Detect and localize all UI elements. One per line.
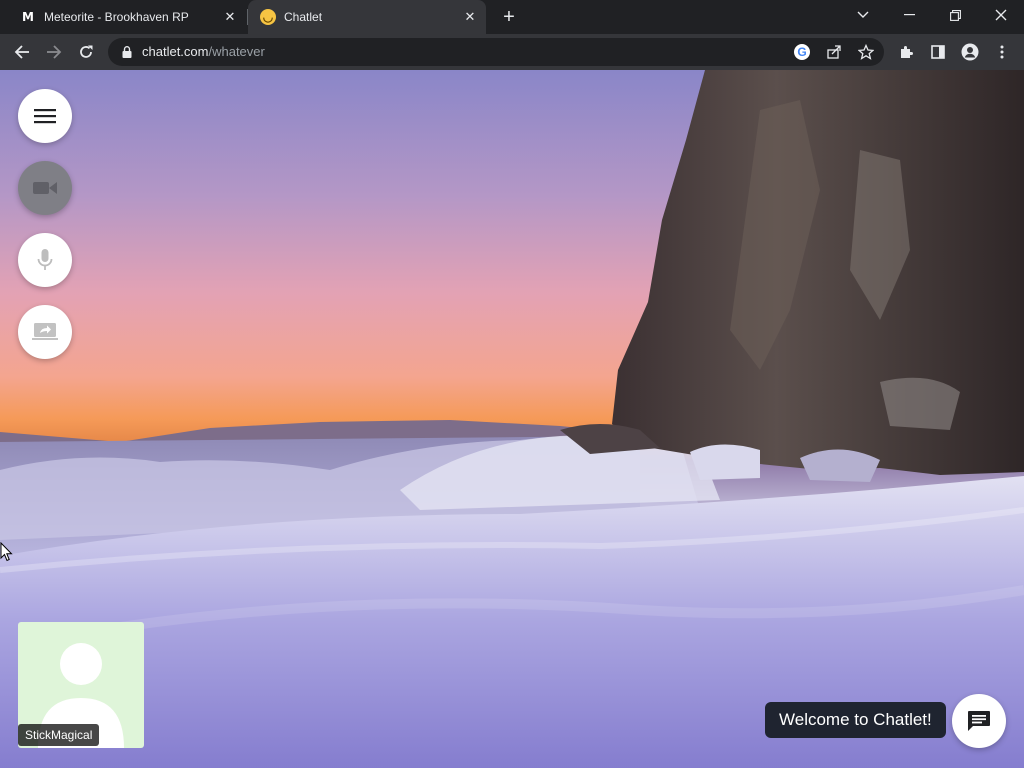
close-window-button[interactable] [978, 0, 1024, 30]
back-button[interactable] [10, 40, 34, 64]
kebab-menu-icon[interactable] [990, 40, 1014, 64]
mouse-pointer-icon [0, 542, 13, 562]
meteorite-favicon: M [22, 10, 34, 24]
extensions-icon[interactable] [894, 40, 918, 64]
screen-share-icon [32, 323, 58, 340]
chat-icon [968, 711, 990, 731]
tab-search-icon[interactable] [840, 0, 886, 30]
self-name-tag: StickMagical [18, 724, 100, 746]
bookmark-star-icon[interactable] [856, 42, 876, 62]
microphone-icon [37, 249, 53, 270]
chatlet-room-background: StickMagical Welcome to Chatlet! [0, 70, 1024, 768]
smiley-favicon-icon: ◡ [260, 9, 276, 25]
screen-share-button[interactable] [18, 305, 72, 359]
chat-button[interactable] [952, 694, 1006, 748]
restore-button[interactable] [932, 0, 978, 30]
tab-chatlet[interactable]: ◡ Chatlet ✕ [248, 0, 486, 34]
new-tab-button[interactable]: + [498, 6, 520, 28]
forward-button[interactable] [42, 40, 66, 64]
address-bar[interactable]: chatlet.com/whatever G [108, 38, 884, 66]
video-camera-icon [33, 182, 57, 194]
tab-strip: M Meteorite - Brookhaven RP ✕ ◡ Chatlet … [0, 0, 1024, 34]
url-path: /whatever [208, 44, 265, 59]
url-domain: chatlet.com [142, 44, 209, 59]
side-panel-icon[interactable] [926, 40, 950, 64]
tab-title: Chatlet [284, 10, 323, 24]
profile-icon[interactable] [958, 40, 982, 64]
lock-icon[interactable] [120, 45, 134, 59]
snowy-cliff-background-image [0, 70, 1024, 768]
tab-meteorite[interactable]: M Meteorite - Brookhaven RP ✕ [8, 0, 246, 34]
url-text[interactable]: chatlet.com/whatever [142, 44, 265, 59]
reload-button[interactable] [74, 40, 98, 64]
minimize-button[interactable] [886, 0, 932, 30]
browser-toolbar: chatlet.com/whatever G [0, 34, 1024, 70]
google-icon[interactable]: G [794, 44, 810, 60]
close-tab-icon[interactable]: ✕ [222, 9, 238, 25]
camera-button[interactable] [18, 161, 72, 215]
welcome-message: Welcome to Chatlet! [765, 702, 946, 738]
menu-button[interactable] [18, 89, 72, 143]
close-tab-icon[interactable]: ✕ [462, 9, 478, 25]
hamburger-icon [34, 109, 56, 124]
tab-title: Meteorite - Brookhaven RP [44, 10, 189, 24]
share-page-icon[interactable] [824, 42, 844, 62]
microphone-button[interactable] [18, 233, 72, 287]
